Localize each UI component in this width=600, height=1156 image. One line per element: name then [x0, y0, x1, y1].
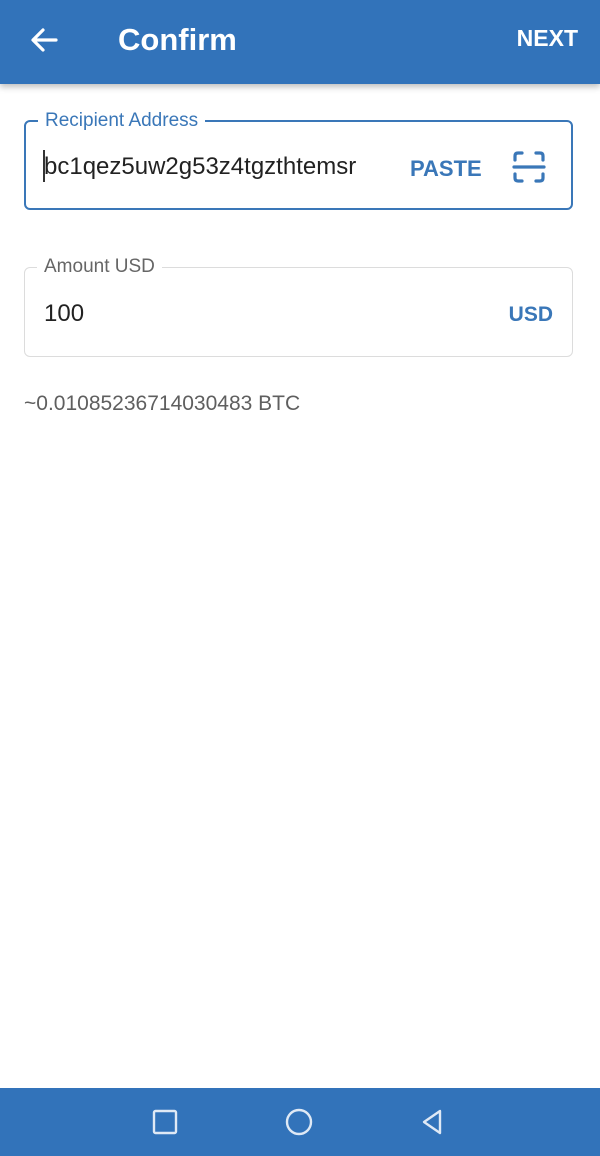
amount-label: Amount USD	[37, 256, 162, 278]
home-button[interactable]	[279, 1102, 319, 1142]
recipient-address-input[interactable]: bc1qez5uw2g53z4tgzthtemsr	[44, 152, 356, 182]
app-bar: Confirm NEXT	[0, 0, 600, 84]
amount-field[interactable]: Amount USD 100 USD	[24, 256, 573, 357]
recents-button[interactable]	[145, 1102, 185, 1142]
paste-button[interactable]: PASTE	[410, 155, 482, 183]
currency-toggle-button[interactable]: USD	[509, 301, 553, 329]
amount-input[interactable]: 100	[44, 299, 84, 329]
back-triangle-icon	[422, 1109, 442, 1135]
send-screen: Confirm NEXT Recipient Address bc1qez5uw…	[0, 0, 600, 1156]
scan-qr-button[interactable]	[510, 148, 548, 186]
page-title: Confirm	[118, 22, 237, 57]
system-navigation-bar	[0, 1088, 600, 1156]
scan-qr-icon	[512, 151, 546, 183]
recipient-address-field[interactable]: Recipient Address bc1qez5uw2g53z4tgzthte…	[24, 110, 573, 210]
next-button[interactable]: NEXT	[517, 22, 578, 54]
recipient-address-label: Recipient Address	[38, 110, 206, 132]
btc-conversion-text: ~0.01085236714030483 BTC	[24, 392, 301, 415]
system-back-button[interactable]	[412, 1102, 452, 1142]
text-cursor	[43, 150, 45, 182]
recents-square-icon	[152, 1109, 178, 1135]
home-circle-icon	[285, 1108, 313, 1136]
back-button[interactable]	[22, 20, 66, 60]
arrow-left-icon	[31, 28, 58, 52]
